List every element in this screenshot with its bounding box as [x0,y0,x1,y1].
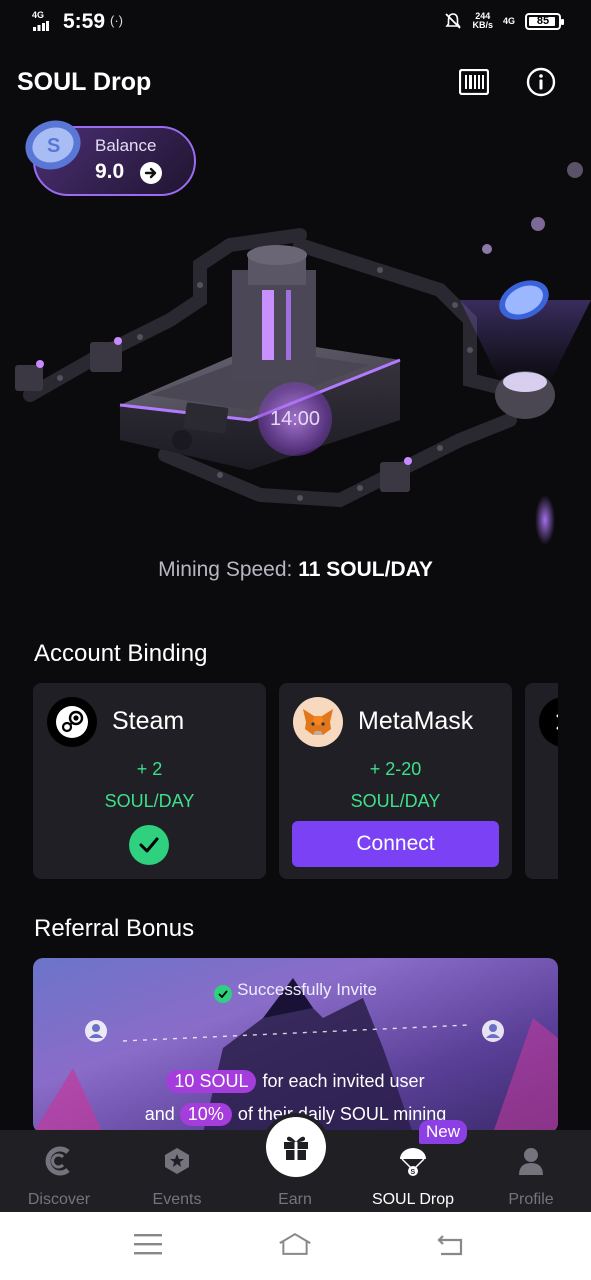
mining-speed-label: Mining Speed: [158,558,293,581]
steam-icon [47,697,97,747]
network-type-right: 4G [502,15,515,26]
referral-percent-pill: 10% [179,1103,232,1126]
battery-level: 85 [536,15,550,27]
nav-profile[interactable]: Profile [472,1130,590,1212]
referral-success-text: Successfully Invite [33,980,558,1003]
metamask-fox-icon [293,697,343,747]
signal-icon [33,21,49,31]
referral-reward-line: 10 SOUL for each invited user [33,1070,558,1093]
hotspot-icon: (·) [110,13,123,28]
metamask-reward: + 2-20 [369,759,422,779]
next-binding-card[interactable] [525,683,558,879]
status-bar: 4G 5:59 (·) 244 KB/s 4G 85 [0,0,591,46]
metamask-name: MetaMask [358,707,474,735]
svg-text:S: S [47,135,60,157]
discover-icon [41,1143,77,1179]
clock: 5:59 [63,10,106,33]
soul-coin-icon: S [25,120,81,170]
steam-name: Steam [112,707,185,735]
referral-title: Referral Bonus [34,915,195,942]
gift-icon [284,1136,308,1160]
metamask-card: MetaMask + 2-20 SOUL/DAY Connect [279,683,512,879]
metamask-connect-button[interactable]: Connect [292,821,499,867]
system-nav-bar [0,1212,591,1280]
success-check-icon [214,985,233,1003]
svg-text:S: S [411,1169,416,1176]
referral-banner[interactable]: Successfully Invite 10 SOUL for each invi… [33,958,558,1133]
steam-reward-unit: SOUL/DAY [104,791,195,811]
battery-icon: 85 [525,12,564,30]
network-type: 4G [32,10,45,20]
profile-icon [513,1143,549,1179]
steam-reward: + 2 [136,759,163,779]
net-speed: 244 KB/s [472,11,493,30]
mining-speed: Mining Speed: 11 SOUL/DAY [0,558,591,582]
mute-bell-icon [445,13,462,29]
parachute-icon: S [395,1143,431,1179]
menu-icon[interactable] [131,1229,165,1259]
x-logo-icon [539,697,558,747]
account-binding-list: Steam + 2 SOUL/DAY MetaMask + 2-20 SOUL/… [33,683,558,879]
nav-events[interactable]: Events [118,1130,236,1212]
metamask-reward-unit: SOUL/DAY [350,791,441,811]
nav-discover[interactable]: Discover [0,1130,118,1212]
new-badge: New [419,1120,468,1144]
info-icon[interactable] [525,66,557,98]
mining-timer: 14:00 [258,382,332,456]
barcode-icon[interactable] [458,66,490,98]
referral-soul-pill: 10 SOUL [166,1070,257,1093]
back-icon[interactable] [433,1229,467,1259]
arrow-right-icon[interactable] [140,162,162,184]
home-icon[interactable] [278,1229,312,1259]
mining-speed-value: 11 SOUL/DAY [298,558,433,581]
account-binding-title: Account Binding [34,640,208,667]
balance-value: 9.0 [95,160,125,183]
steam-card: Steam + 2 SOUL/DAY [33,683,266,879]
earn-button[interactable] [266,1117,326,1177]
events-icon [159,1143,195,1179]
page-title: SOUL Drop [17,68,152,96]
connected-check-icon [129,825,169,865]
balance-label: Balance [95,136,157,155]
